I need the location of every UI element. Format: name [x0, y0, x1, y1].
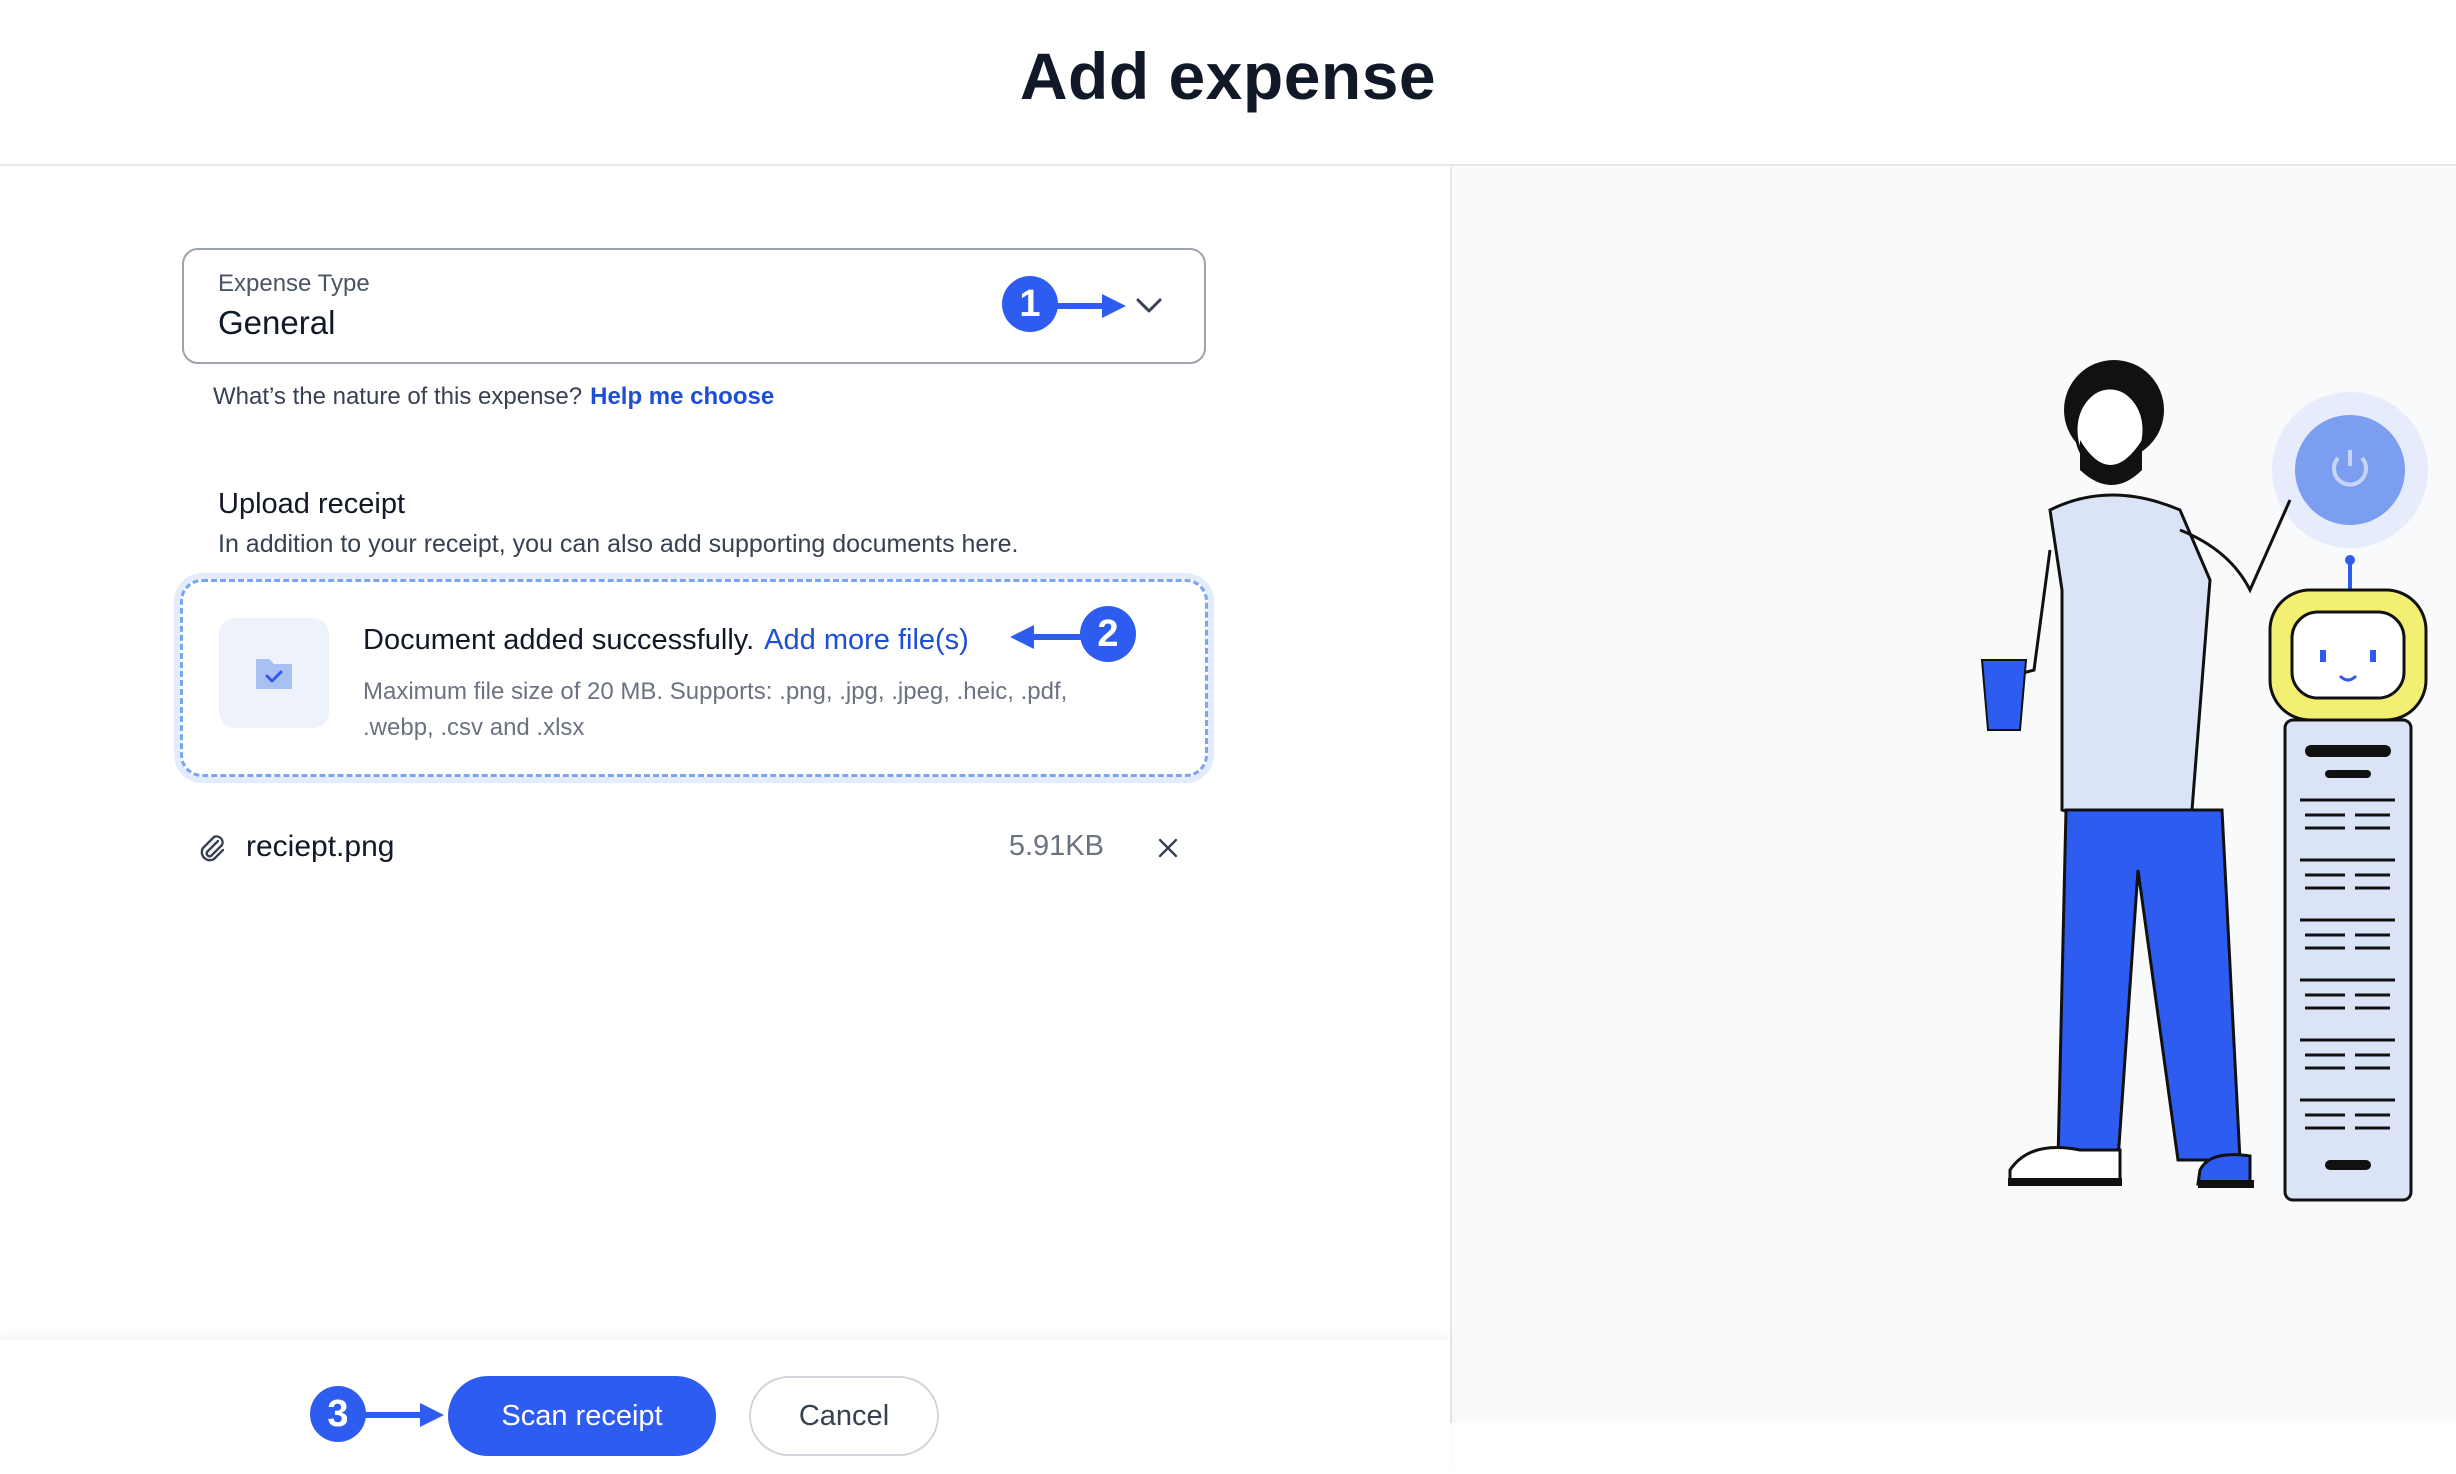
annotation-arrow-1: [1056, 294, 1126, 318]
add-more-files-link[interactable]: Add more file(s): [764, 624, 969, 656]
file-size: 5.91KB: [1008, 830, 1104, 862]
annotation-badge-3: 3: [310, 1386, 366, 1442]
upload-note: Maximum file size of 20 MB. Supports: .p…: [363, 678, 1068, 741]
upload-receipt-subtitle: In addition to your receipt, you can als…: [218, 530, 1019, 558]
annotation-arrow-3: [364, 1403, 444, 1427]
page-title: Add expense: [1019, 39, 1437, 113]
annotation-badge-1: 1: [1002, 276, 1058, 332]
person-robot-illustration: [1980, 360, 2428, 1202]
form-footer: [0, 1340, 1450, 1474]
annotation-badge-2: 2: [1080, 606, 1136, 662]
chevron-down-icon[interactable]: [1134, 290, 1164, 320]
folder-check-icon: [256, 659, 292, 689]
file-name: reciept.png: [246, 830, 395, 863]
attached-file-row: reciept.png 5.91KB: [196, 826, 1180, 870]
expense-type-hint: What’s the nature of this expense? Help m…: [213, 383, 774, 411]
annotation-arrow-2: [1010, 625, 1084, 649]
cancel-button[interactable]: Cancel: [749, 1376, 939, 1456]
page-header: Add expense: [0, 0, 2456, 166]
expense-type-hint-text: What’s the nature of this expense?: [213, 383, 583, 410]
upload-dropzone[interactable]: Document added successfully. Add more fil…: [180, 579, 1208, 777]
upload-receipt-title: Upload receipt: [218, 488, 405, 520]
expense-type-label: Expense Type: [218, 270, 370, 297]
paperclip-icon: [200, 835, 225, 862]
folder-check-tile: [219, 618, 329, 728]
expense-type-value: General: [218, 304, 336, 341]
upload-status: Document added successfully. Add more fil…: [363, 624, 969, 657]
scan-receipt-button[interactable]: Scan receipt: [448, 1376, 716, 1456]
help-me-choose-link[interactable]: Help me choose: [590, 383, 774, 410]
upload-status-text: Document added successfully.: [363, 624, 755, 656]
close-icon[interactable]: [1156, 836, 1180, 860]
